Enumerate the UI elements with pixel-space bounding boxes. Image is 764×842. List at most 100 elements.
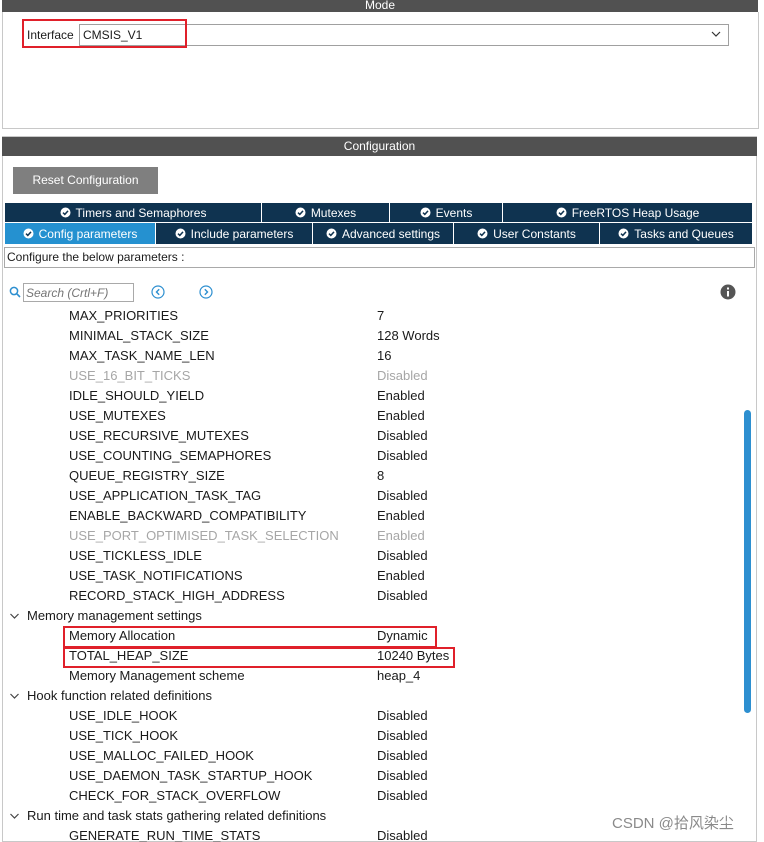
param-value[interactable]: Enabled <box>377 566 425 586</box>
param-name: USE_TICKLESS_IDLE <box>69 548 202 563</box>
check-circle-icon <box>23 228 34 239</box>
section-title: Hook function related definitions <box>27 688 213 703</box>
param-row[interactable]: USE_MUTEXES Enabled <box>0 406 742 426</box>
param-value[interactable]: Enabled <box>377 526 425 546</box>
param-name: USE_COUNTING_SEMAPHORES <box>69 448 272 463</box>
param-value[interactable]: 10240 Bytes <box>377 646 449 666</box>
param-value[interactable]: Disabled <box>377 786 428 806</box>
param-name: ENABLE_BACKWARD_COMPATIBILITY <box>69 508 307 523</box>
param-row[interactable]: Memory Allocation Dynamic <box>0 626 742 646</box>
param-value[interactable]: Enabled <box>377 386 425 406</box>
param-value[interactable]: Disabled <box>377 486 428 506</box>
check-circle-icon <box>618 228 629 239</box>
tab-events[interactable]: Events <box>390 203 503 222</box>
tab-tasks-and-queues[interactable]: Tasks and Queues <box>600 223 752 244</box>
param-value[interactable]: Disabled <box>377 446 428 466</box>
tab-bar-top: Timers and Semaphores Mutexes Events FreeRT… <box>5 203 752 222</box>
search-input[interactable] <box>23 283 134 302</box>
tab-label: Tasks and Queues <box>634 226 734 241</box>
param-value[interactable]: heap_4 <box>377 666 420 686</box>
param-value[interactable]: Dynamic <box>377 626 428 646</box>
param-row[interactable]: CHECK_FOR_STACK_OVERFLOW Disabled <box>0 786 742 806</box>
param-row[interactable]: USE_IDLE_HOOK Disabled <box>0 706 742 726</box>
param-name: Memory Allocation <box>69 628 176 643</box>
param-value[interactable]: Disabled <box>377 706 428 726</box>
scrollbar-thumb[interactable] <box>744 410 751 713</box>
chevron-down-icon[interactable] <box>9 811 20 821</box>
param-value[interactable]: 8 <box>377 466 384 486</box>
tab-label: Include parameters <box>190 226 294 241</box>
check-circle-icon <box>326 228 337 239</box>
tab-include-parameters[interactable]: Include parameters <box>156 223 313 244</box>
section-header[interactable]: Hook function related definitions <box>0 686 742 706</box>
tab-label: Advanced settings <box>341 226 441 241</box>
param-value[interactable]: Disabled <box>377 746 428 766</box>
param-row[interactable]: USE_DAEMON_TASK_STARTUP_HOOK Disabled <box>0 766 742 786</box>
chevron-down-icon[interactable] <box>9 691 20 701</box>
param-row[interactable]: USE_PORT_OPTIMISED_TASK_SELECTION Enabled <box>0 526 742 546</box>
tab-mutexes[interactable]: Mutexes <box>262 203 390 222</box>
interface-label: Interface <box>27 28 74 42</box>
check-circle-icon <box>60 207 71 218</box>
param-row[interactable]: ENABLE_BACKWARD_COMPATIBILITY Enabled <box>0 506 742 526</box>
param-value[interactable]: Enabled <box>377 406 425 426</box>
param-row[interactable]: USE_TICKLESS_IDLE Disabled <box>0 546 742 566</box>
param-value[interactable]: Disabled <box>377 546 428 566</box>
tab-label: Events <box>435 205 473 220</box>
tab-freertos-heap-usage[interactable]: FreeRTOS Heap Usage <box>503 203 752 222</box>
tab-label: Mutexes <box>310 205 357 220</box>
param-row[interactable]: IDLE_SHOULD_YIELD Enabled <box>0 386 742 406</box>
param-value[interactable]: Disabled <box>377 586 428 606</box>
param-name: USE_DAEMON_TASK_STARTUP_HOOK <box>69 768 313 783</box>
description-box: Configure the below parameters : <box>4 247 755 268</box>
param-row[interactable]: USE_16_BIT_TICKS Disabled <box>0 366 742 386</box>
search-icon <box>9 286 21 298</box>
param-row[interactable]: USE_COUNTING_SEMAPHORES Disabled <box>0 446 742 466</box>
section-header[interactable]: Memory management settings <box>0 606 742 626</box>
section-title: Memory management settings <box>27 608 202 623</box>
param-row[interactable]: USE_APPLICATION_TASK_TAG Disabled <box>0 486 742 506</box>
tab-timers-and-semaphores[interactable]: Timers and Semaphores <box>5 203 262 222</box>
param-name: MINIMAL_STACK_SIZE <box>69 328 209 343</box>
param-row[interactable]: MINIMAL_STACK_SIZE 128 Words <box>0 326 742 346</box>
param-row[interactable]: TOTAL_HEAP_SIZE 10240 Bytes <box>0 646 742 666</box>
tab-user-constants[interactable]: User Constants <box>454 223 600 244</box>
check-circle-icon <box>477 228 488 239</box>
param-name: USE_MALLOC_FAILED_HOOK <box>69 748 254 763</box>
param-value[interactable]: Disabled <box>377 426 428 446</box>
param-row[interactable]: QUEUE_REGISTRY_SIZE 8 <box>0 466 742 486</box>
check-circle-icon <box>556 207 567 218</box>
next-result-icon[interactable] <box>199 285 213 299</box>
info-icon[interactable] <box>720 284 736 300</box>
param-name: USE_16_BIT_TICKS <box>69 368 191 383</box>
param-row[interactable]: MAX_PRIORITIES 7 <box>0 306 742 326</box>
param-value[interactable]: 7 <box>377 306 384 326</box>
param-value[interactable]: 16 <box>377 346 391 366</box>
param-row[interactable]: RECORD_STACK_HIGH_ADDRESS Disabled <box>0 586 742 606</box>
param-value[interactable]: Disabled <box>377 826 428 842</box>
param-value[interactable]: Enabled <box>377 506 425 526</box>
param-name: QUEUE_REGISTRY_SIZE <box>69 468 225 483</box>
interface-dropdown[interactable]: CMSIS_V1 <box>79 24 729 46</box>
tab-config-parameters[interactable]: Config parameters <box>5 223 156 244</box>
param-name: CHECK_FOR_STACK_OVERFLOW <box>69 788 281 803</box>
param-row[interactable]: MAX_TASK_NAME_LEN 16 <box>0 346 742 366</box>
configuration-panel-header: Configuration <box>2 137 757 156</box>
param-value[interactable]: Disabled <box>377 366 428 386</box>
param-row[interactable]: USE_MALLOC_FAILED_HOOK Disabled <box>0 746 742 766</box>
param-value[interactable]: 128 Words <box>377 326 440 346</box>
reset-configuration-button[interactable]: Reset Configuration <box>13 167 158 194</box>
param-row[interactable]: USE_TASK_NOTIFICATIONS Enabled <box>0 566 742 586</box>
param-row[interactable]: USE_RECURSIVE_MUTEXES Disabled <box>0 426 742 446</box>
chevron-down-icon[interactable] <box>9 611 20 621</box>
param-value[interactable]: Disabled <box>377 766 428 786</box>
param-value[interactable]: Disabled <box>377 726 428 746</box>
param-name: MAX_TASK_NAME_LEN <box>69 348 215 363</box>
param-row[interactable]: USE_TICK_HOOK Disabled <box>0 726 742 746</box>
param-row[interactable]: Memory Management scheme heap_4 <box>0 666 742 686</box>
interface-value: CMSIS_V1 <box>83 28 143 42</box>
tab-advanced-settings[interactable]: Advanced settings <box>313 223 454 244</box>
param-name: USE_PORT_OPTIMISED_TASK_SELECTION <box>69 528 339 543</box>
previous-result-icon[interactable] <box>151 285 165 299</box>
mode-panel-header: Mode <box>2 0 758 12</box>
